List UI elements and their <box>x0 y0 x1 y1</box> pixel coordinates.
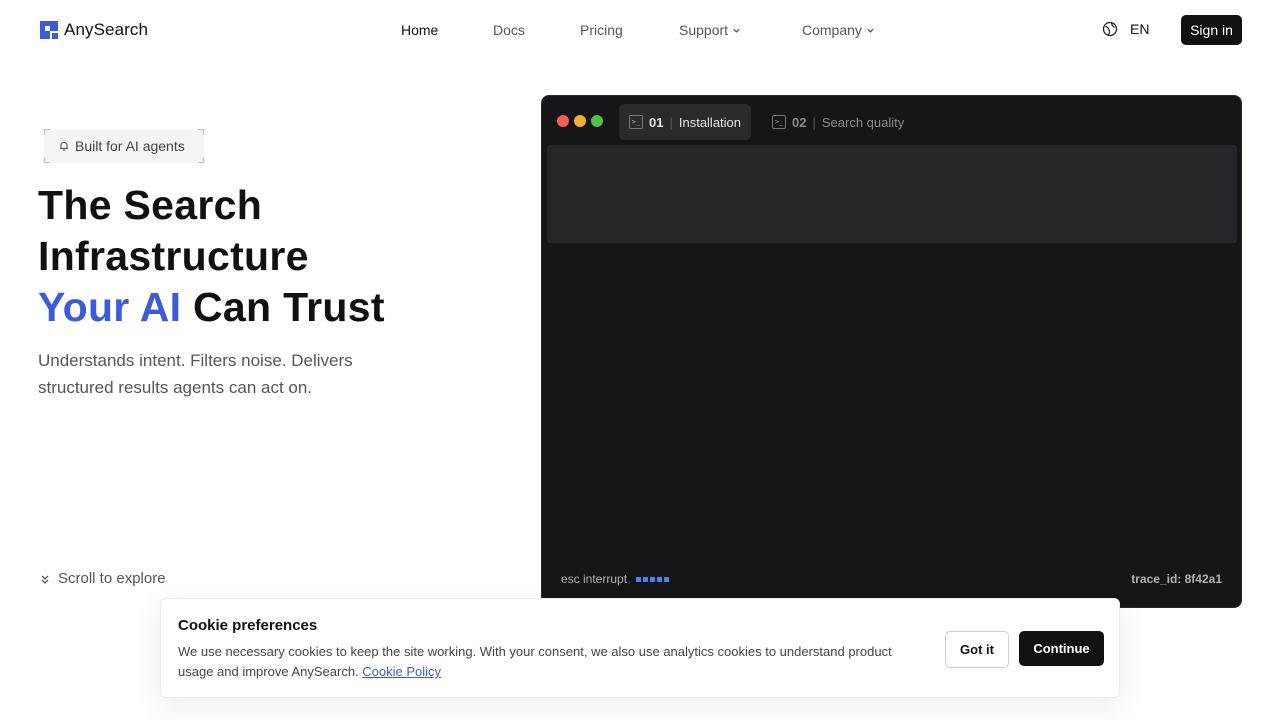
headline-line-3-rest: Can Trust <box>181 284 385 330</box>
hero-badge: Built for AI agents <box>44 129 204 163</box>
scroll-label: Scroll to explore <box>58 570 166 587</box>
nav-home-label: Home <box>401 22 439 38</box>
badge-corner <box>44 157 50 163</box>
tab-separator: | <box>669 114 673 130</box>
loader-block <box>664 576 670 582</box>
nav-docs-label: Docs <box>493 22 525 38</box>
tab-number: 02 <box>792 114 807 130</box>
nav-pricing-label: Pricing <box>580 22 623 38</box>
loader-block <box>650 576 656 582</box>
cookie-policy-link[interactable]: Cookie Policy <box>362 664 441 679</box>
cookie-body: We use necessary cookies to keep the sit… <box>178 644 892 679</box>
double-chevron-down-icon <box>41 575 49 584</box>
badge-corner <box>198 157 204 163</box>
loading-indicator <box>636 576 670 582</box>
got-it-button[interactable]: Got it <box>945 631 1009 668</box>
tab-separator: | <box>812 114 816 130</box>
bell-icon <box>60 141 68 151</box>
main-nav: Home Docs Pricing Support Company <box>0 22 1280 40</box>
nav-company[interactable]: Company <box>802 22 875 38</box>
globe-icon <box>1102 21 1118 37</box>
continue-button[interactable]: Continue <box>1019 631 1104 666</box>
status-interrupt-label: esc interrupt <box>561 572 628 586</box>
language-label: EN <box>1130 21 1150 37</box>
sign-in-button[interactable]: Sign in <box>1181 15 1242 45</box>
nav-support[interactable]: Support <box>679 22 741 38</box>
nav-pricing[interactable]: Pricing <box>580 22 623 38</box>
maximize-dot[interactable] <box>591 115 603 127</box>
hero-subtitle: Understands intent. Filters noise. Deliv… <box>38 351 353 397</box>
loader-block <box>643 576 649 582</box>
headline-line-2: Infrastructure <box>38 233 309 279</box>
terminal-window: >_ 01 | Installation >_ 02 | Search qual… <box>541 95 1242 608</box>
headline-accent: Your AI <box>38 284 182 330</box>
cookie-title: Cookie preferences <box>178 617 318 634</box>
status-interrupt: esc interrupt <box>561 572 670 586</box>
badge-corner <box>44 129 50 135</box>
hero-badge-label: Built for AI agents <box>75 138 185 154</box>
hero-headline: The Search Infrastructure Your AI Can Tr… <box>38 180 385 333</box>
headline-line-1: The Search <box>38 182 263 228</box>
nav-company-label: Company <box>802 22 862 38</box>
chevron-down-icon <box>733 28 740 33</box>
window-controls <box>557 115 603 127</box>
loader-block <box>657 576 663 582</box>
cookie-text: We use necessary cookies to keep the sit… <box>178 642 923 682</box>
terminal-icon: >_ <box>772 115 786 129</box>
trace-id: trace_id: 8f42a1 <box>1131 572 1222 586</box>
tab-search-quality[interactable]: >_ 02 | Search quality <box>762 104 914 140</box>
cookie-banner: Cookie preferences We use necessary cook… <box>160 598 1120 698</box>
chevron-down-icon <box>867 28 874 33</box>
tab-installation[interactable]: >_ 01 | Installation <box>619 104 752 140</box>
terminal-output-panel <box>547 145 1237 243</box>
loader-block <box>636 576 642 582</box>
scroll-to-explore[interactable]: Scroll to explore <box>40 570 166 587</box>
nav-support-label: Support <box>679 22 729 38</box>
badge-corner <box>198 129 204 135</box>
minimize-dot[interactable] <box>574 115 586 127</box>
tab-label: Installation <box>678 114 742 130</box>
tab-number: 01 <box>649 114 664 130</box>
terminal-icon: >_ <box>629 115 643 129</box>
tab-label: Search quality <box>821 114 905 130</box>
nav-docs[interactable]: Docs <box>493 22 525 38</box>
close-dot[interactable] <box>557 115 569 127</box>
language-switcher[interactable]: EN <box>1102 21 1149 37</box>
site-header: AnySearch Home Docs Pricing Support Comp… <box>0 0 1280 60</box>
nav-home[interactable]: Home <box>401 22 438 38</box>
